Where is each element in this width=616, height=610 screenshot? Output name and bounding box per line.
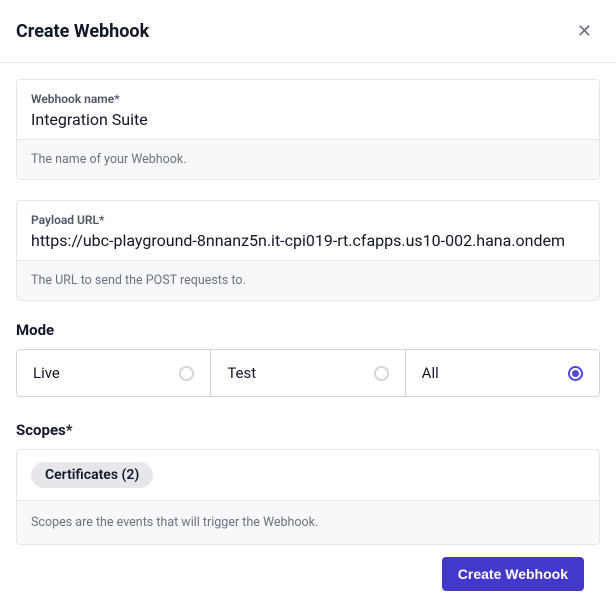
payload-url-input[interactable]: [31, 231, 585, 250]
mode-option-all[interactable]: All: [405, 350, 599, 396]
dialog-footer: Create Webhook: [16, 545, 600, 591]
close-button[interactable]: ✕: [569, 18, 600, 44]
scope-pill-certificates[interactable]: Certificates (2): [31, 462, 153, 488]
webhook-name-input[interactable]: [31, 110, 585, 129]
radio-icon: [179, 366, 194, 381]
payload-url-top: Payload URL*: [17, 201, 599, 260]
dialog-header: Create Webhook ✕: [0, 0, 616, 63]
payload-url-label: Payload URL*: [31, 213, 585, 227]
mode-label: Mode: [16, 321, 600, 339]
mode-option-label: Test: [227, 364, 256, 382]
payload-url-group: Payload URL* The URL to send the POST re…: [16, 200, 600, 301]
scopes-label: Scopes*: [16, 421, 600, 439]
mode-option-test[interactable]: Test: [210, 350, 404, 396]
create-webhook-button[interactable]: Create Webhook: [442, 557, 584, 591]
dialog-title: Create Webhook: [16, 21, 149, 42]
mode-option-label: All: [422, 364, 439, 382]
mode-option-live[interactable]: Live: [17, 350, 210, 396]
radio-icon: [374, 366, 389, 381]
mode-row: Live Test All: [16, 349, 600, 397]
webhook-name-label: Webhook name*: [31, 92, 585, 106]
webhook-name-top: Webhook name*: [17, 80, 599, 139]
webhook-name-group: Webhook name* The name of your Webhook.: [16, 79, 600, 180]
radio-icon-selected: [568, 366, 583, 381]
webhook-name-hint: The name of your Webhook.: [17, 139, 599, 179]
dialog-content: Webhook name* The name of your Webhook. …: [0, 63, 616, 607]
scopes-group: Certificates (2) Scopes are the events t…: [16, 449, 600, 545]
scopes-top[interactable]: Certificates (2): [17, 450, 599, 500]
close-icon: ✕: [577, 21, 592, 41]
scopes-hint: Scopes are the events that will trigger …: [17, 500, 599, 544]
payload-url-hint: The URL to send the POST requests to.: [17, 260, 599, 300]
mode-option-label: Live: [33, 364, 60, 382]
